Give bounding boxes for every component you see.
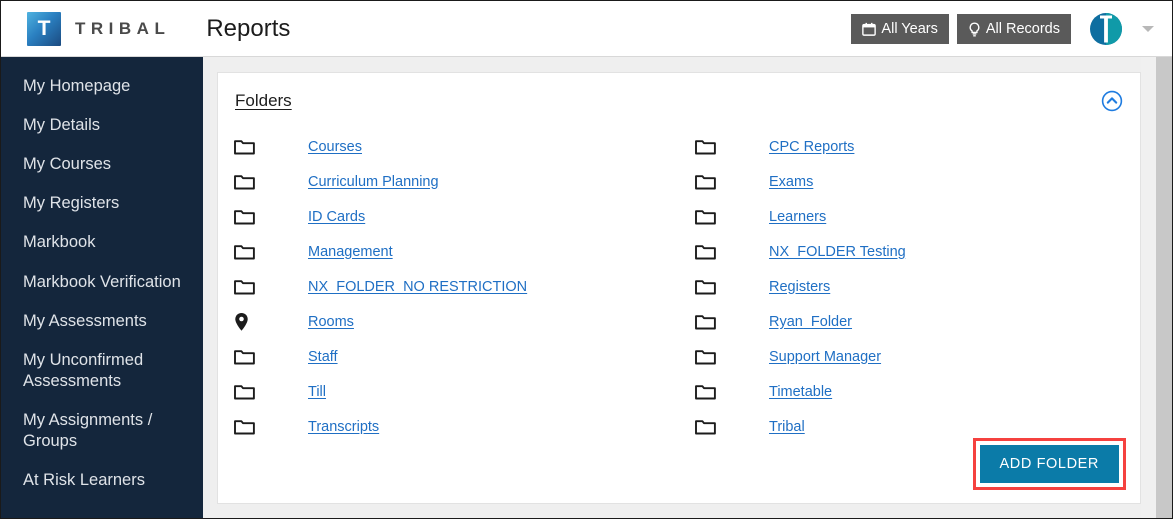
page-title: Reports (206, 14, 291, 42)
folder-link[interactable]: Ryan_Folder (769, 314, 852, 330)
vertical-scrollbar-thumb[interactable] (1156, 57, 1172, 518)
folder-icon (234, 138, 264, 155)
sidebar-item-my-registers[interactable]: My Registers (1, 184, 203, 223)
app-header: T TRIBAL Reports All Years All Records (1, 1, 1172, 57)
header-actions: All Years All Records (851, 1, 1156, 57)
folder-icon (695, 138, 725, 155)
lightbulb-icon (968, 21, 981, 37)
add-folder-button[interactable]: ADD FOLDER (979, 445, 1119, 483)
folder-link[interactable]: Exams (769, 174, 813, 190)
folder-link[interactable]: Rooms (308, 314, 354, 330)
folders-left-column: Courses Curriculum Planning ID Cards Man… (218, 129, 679, 444)
folder-icon (234, 173, 264, 190)
folder-icon (695, 208, 725, 225)
folder-link[interactable]: Curriculum Planning (308, 174, 439, 190)
folder-link[interactable]: ID Cards (308, 209, 365, 225)
chevron-down-icon[interactable] (1142, 26, 1154, 32)
sidebar-item-markbook-verification[interactable]: Markbook Verification (1, 263, 203, 302)
list-item[interactable]: Learners (695, 199, 1140, 234)
list-item[interactable]: ID Cards (234, 199, 679, 234)
folder-icon (695, 243, 725, 260)
list-item[interactable]: Curriculum Planning (234, 164, 679, 199)
folder-link[interactable]: CPC Reports (769, 139, 854, 155)
folder-icon (234, 243, 264, 260)
sidebar-item-at-risk-learners[interactable]: At Risk Learners (1, 461, 203, 500)
folders-right-column: CPC Reports Exams Learners NX_FOLDER Tes… (679, 129, 1140, 444)
folder-icon (695, 348, 725, 365)
brand-name: TRIBAL (75, 18, 171, 38)
sidebar-item-my-unconfirmed-assessments[interactable]: My Unconfirmed Assessments (1, 341, 203, 401)
folders-panel: Folders Courses Curriculum Planning ID C… (217, 72, 1141, 504)
folder-link[interactable]: Management (308, 244, 393, 260)
sidebar-item-my-assessments[interactable]: My Assessments (1, 302, 203, 341)
all-records-button[interactable]: All Records (956, 14, 1071, 44)
folder-link[interactable]: NX_FOLDER_NO RESTRICTION (308, 279, 527, 295)
list-item[interactable]: Till (234, 374, 679, 409)
folder-link[interactable]: Tribal (769, 419, 805, 435)
sidebar-item-my-assignments-groups[interactable]: My Assignments / Groups (1, 401, 203, 461)
folder-icon (695, 313, 725, 330)
list-item[interactable]: Registers (695, 269, 1140, 304)
folder-link[interactable]: NX_FOLDER Testing (769, 244, 906, 260)
list-item[interactable]: Exams (695, 164, 1140, 199)
list-item[interactable]: CPC Reports (695, 129, 1140, 164)
list-item[interactable]: Transcripts (234, 409, 679, 444)
tribal-logo-icon: T (27, 11, 61, 46)
all-records-label: All Records (985, 21, 1060, 37)
folders-columns: Courses Curriculum Planning ID Cards Man… (218, 129, 1140, 444)
list-item[interactable]: Staff (234, 339, 679, 374)
folder-icon (234, 383, 264, 400)
sidebar-item-my-courses[interactable]: My Courses (1, 145, 203, 184)
logo-letter: T (37, 17, 51, 40)
application-window: T TRIBAL Reports All Years All Records M… (0, 0, 1173, 519)
folder-icon (234, 208, 264, 225)
list-item[interactable]: Timetable (695, 374, 1140, 409)
list-item[interactable]: Management (234, 234, 679, 269)
sidebar-item-my-details[interactable]: My Details (1, 106, 203, 145)
list-item[interactable]: Courses (234, 129, 679, 164)
folder-icon (695, 173, 725, 190)
all-years-button[interactable]: All Years (851, 14, 949, 44)
folder-link[interactable]: Registers (769, 279, 830, 295)
brand-logo[interactable]: T TRIBAL (27, 11, 171, 46)
tribal-shield-avatar-icon (1090, 13, 1122, 45)
folder-icon (234, 418, 264, 435)
folder-link[interactable]: Transcripts (308, 419, 379, 435)
list-item[interactable]: Ryan_Folder (695, 304, 1140, 339)
list-item[interactable]: Rooms (234, 304, 679, 339)
folder-icon (234, 278, 264, 295)
sidebar-item-my-homepage[interactable]: My Homepage (1, 67, 203, 106)
folder-link[interactable]: Till (308, 384, 326, 400)
folder-icon (695, 383, 725, 400)
avatar[interactable] (1089, 12, 1123, 46)
chevron-up-circle-icon[interactable] (1101, 90, 1123, 112)
calendar-icon (862, 22, 877, 36)
folder-link[interactable]: Learners (769, 209, 826, 225)
main-content: Folders Courses Curriculum Planning ID C… (203, 57, 1172, 518)
list-item[interactable]: NX_FOLDER_NO RESTRICTION (234, 269, 679, 304)
all-years-label: All Years (881, 21, 938, 37)
folder-icon (695, 278, 725, 295)
folder-icon (234, 348, 264, 365)
folder-icon (695, 418, 725, 435)
list-item[interactable]: NX_FOLDER Testing (695, 234, 1140, 269)
folder-link[interactable]: Support Manager (769, 349, 881, 365)
folder-link[interactable]: Courses (308, 139, 362, 155)
map-pin-icon (234, 312, 264, 332)
sidebar-nav: My Homepage My Details My Courses My Reg… (1, 57, 203, 518)
folder-link[interactable]: Staff (308, 349, 338, 365)
sidebar-item-markbook[interactable]: Markbook (1, 223, 203, 262)
list-item[interactable]: Support Manager (695, 339, 1140, 374)
folders-panel-title: Folders (235, 91, 292, 110)
add-folder-highlight: ADD FOLDER (972, 438, 1126, 490)
folder-link[interactable]: Timetable (769, 384, 832, 400)
